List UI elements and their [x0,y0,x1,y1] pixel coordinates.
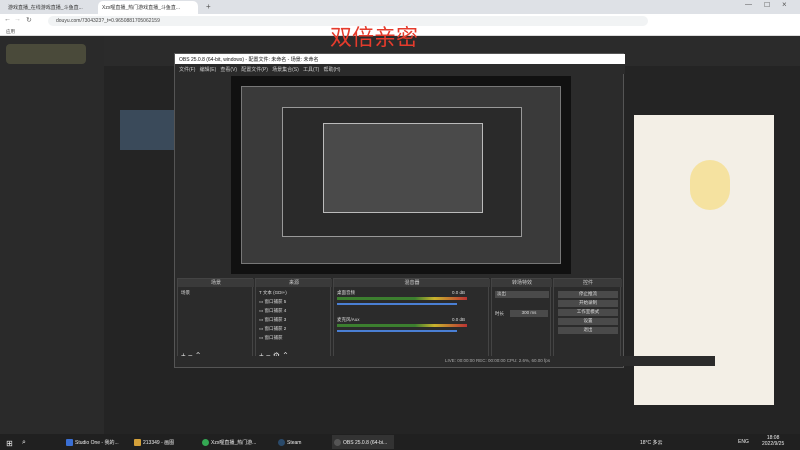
obs-menu-bar: 文件(F) 编辑(E) 查看(V) 配置文件(P) 场景集合(S) 工具(T) … [175,64,625,74]
mixer-dock: 混音器 桌面音频 0.0 dB 麦克风/Aux 0.0 dB [333,278,490,366]
menu-help[interactable]: 帮助(H) [324,67,341,73]
menu-tools[interactable]: 工具(T) [303,67,319,73]
start-icon[interactable]: ⊞ [4,435,15,449]
taskbar-item-chrome[interactable]: Xzx喔直播_热门游... [200,435,272,449]
mixer-level-desktop: 0.0 dB [452,290,466,295]
taskbar-item-studio-one[interactable]: Studio One - 我的... [64,435,126,449]
mixer-track-desktop: 桌面音频 [337,290,355,295]
scene-item[interactable]: 场景 [181,290,190,296]
site-left-nav [0,36,104,434]
streamer-avatar [120,110,175,150]
browser-tab-bar: 游戏直播_在线游戏直播_斗鱼直... Xzx喔直播_热门游戏直播_斗鱼直... … [0,0,800,14]
menu-file[interactable]: 文件(F) [179,67,195,73]
mascot-image [690,160,730,210]
transitions-dock-title: 转场特效 [492,279,552,287]
weather-widget[interactable]: 18°C 多云 [638,435,665,449]
reload-icon[interactable]: ↻ [26,16,32,24]
transitions-dock: 转场特效 淡出 时长 300 ms [491,278,552,366]
mixer-dock-title: 混音器 [334,279,490,287]
volume-slider-mic[interactable] [337,330,457,332]
new-tab-icon[interactable]: + [206,2,211,11]
source-item[interactable]: T 文本 (GDI+) [259,290,287,296]
site-logo [6,44,86,64]
mixer-level-mic: 0.0 dB [452,317,466,322]
maximize-icon[interactable]: ☐ [764,1,770,9]
recursive-preview-1 [241,86,561,264]
recursive-preview-2 [282,107,522,237]
overlay-title: 双倍亲密 [330,26,419,51]
source-item[interactable]: ▭ 窗口捕获 3 [259,317,286,323]
settings-button[interactable]: 设置 [558,318,618,325]
bookmark-apps[interactable]: 应用 [6,29,15,34]
transition-select[interactable]: 淡出 [495,291,549,298]
source-item[interactable]: ▭ 窗口捕获 5 [259,299,286,305]
menu-scene-collection[interactable]: 场景集合(S) [272,67,299,73]
sources-dock-title: 来源 [256,279,332,287]
meter-mic [337,324,467,327]
source-item[interactable]: ▭ 窗口捕获 2 [259,326,286,332]
tab-1[interactable]: 游戏直播_在线游戏直播_斗鱼直... [4,1,96,14]
menu-profile[interactable]: 配置文件(P) [241,67,268,73]
duration-label: 时长 [495,311,504,316]
controls-dock: 控件 停止推流 开始录制 工作室模式 设置 退出 [553,278,622,366]
language-indicator[interactable]: ENG [736,435,751,449]
sources-dock: 来源 T 文本 (GDI+) ▭ 窗口捕获 5 ▭ 窗口捕获 4 ▭ 窗口捕获 … [255,278,332,366]
menu-view[interactable]: 查看(V) [220,67,237,73]
menu-edit[interactable]: 编辑(E) [200,67,217,73]
exit-button[interactable]: 退出 [558,327,618,334]
tab-2[interactable]: Xzx喔直播_热门游戏直播_斗鱼直... [98,1,198,14]
recursive-preview-3 [323,123,483,213]
studio-mode-button[interactable]: 工作室模式 [558,309,618,316]
taskbar-item-paint[interactable]: 213349 - 画图 [132,435,194,449]
forward-icon[interactable]: → [14,16,21,23]
mixer-track-mic: 麦克风/Aux [337,317,360,322]
scenes-dock: 场景 场景 + − ⌃ ⌄ [177,278,254,366]
volume-slider-desktop[interactable] [337,303,457,305]
minimize-icon[interactable]: — [745,1,752,8]
stop-streaming-button[interactable]: 停止推流 [558,291,618,298]
close-icon[interactable]: × [782,0,787,9]
obs-window: OBS 25.0.8 (64-bit, windows) - 配置文件: 未命名… [174,53,715,368]
controls-dock-title: 控件 [554,279,622,287]
scenes-dock-title: 场景 [178,279,254,287]
meter-desktop [337,297,467,300]
taskbar-item-obs[interactable]: OBS 25.0.8 (64-bi... [332,435,394,449]
obs-title-bar: OBS 25.0.8 (64-bit, windows) - 配置文件: 未命名… [175,54,625,64]
start-recording-button[interactable]: 开始录制 [558,300,618,307]
source-item[interactable]: ▭ 窗口捕获 4 [259,308,286,314]
source-item[interactable]: ▭ 窗口捕获 [259,335,283,341]
taskbar-item-steam[interactable]: Steam [276,435,316,449]
taskbar-clock[interactable]: 18:08 2022/9/25 [762,435,784,447]
obs-status-bar: LIVE: 00:00:00 REC: 00:00:00 CPU: 2.6%, … [175,356,715,366]
duration-input[interactable]: 300 ms [510,310,548,317]
back-icon[interactable]: ← [4,16,11,23]
search-icon[interactable]: ⌕ [20,435,28,449]
obs-preview[interactable] [231,76,571,274]
